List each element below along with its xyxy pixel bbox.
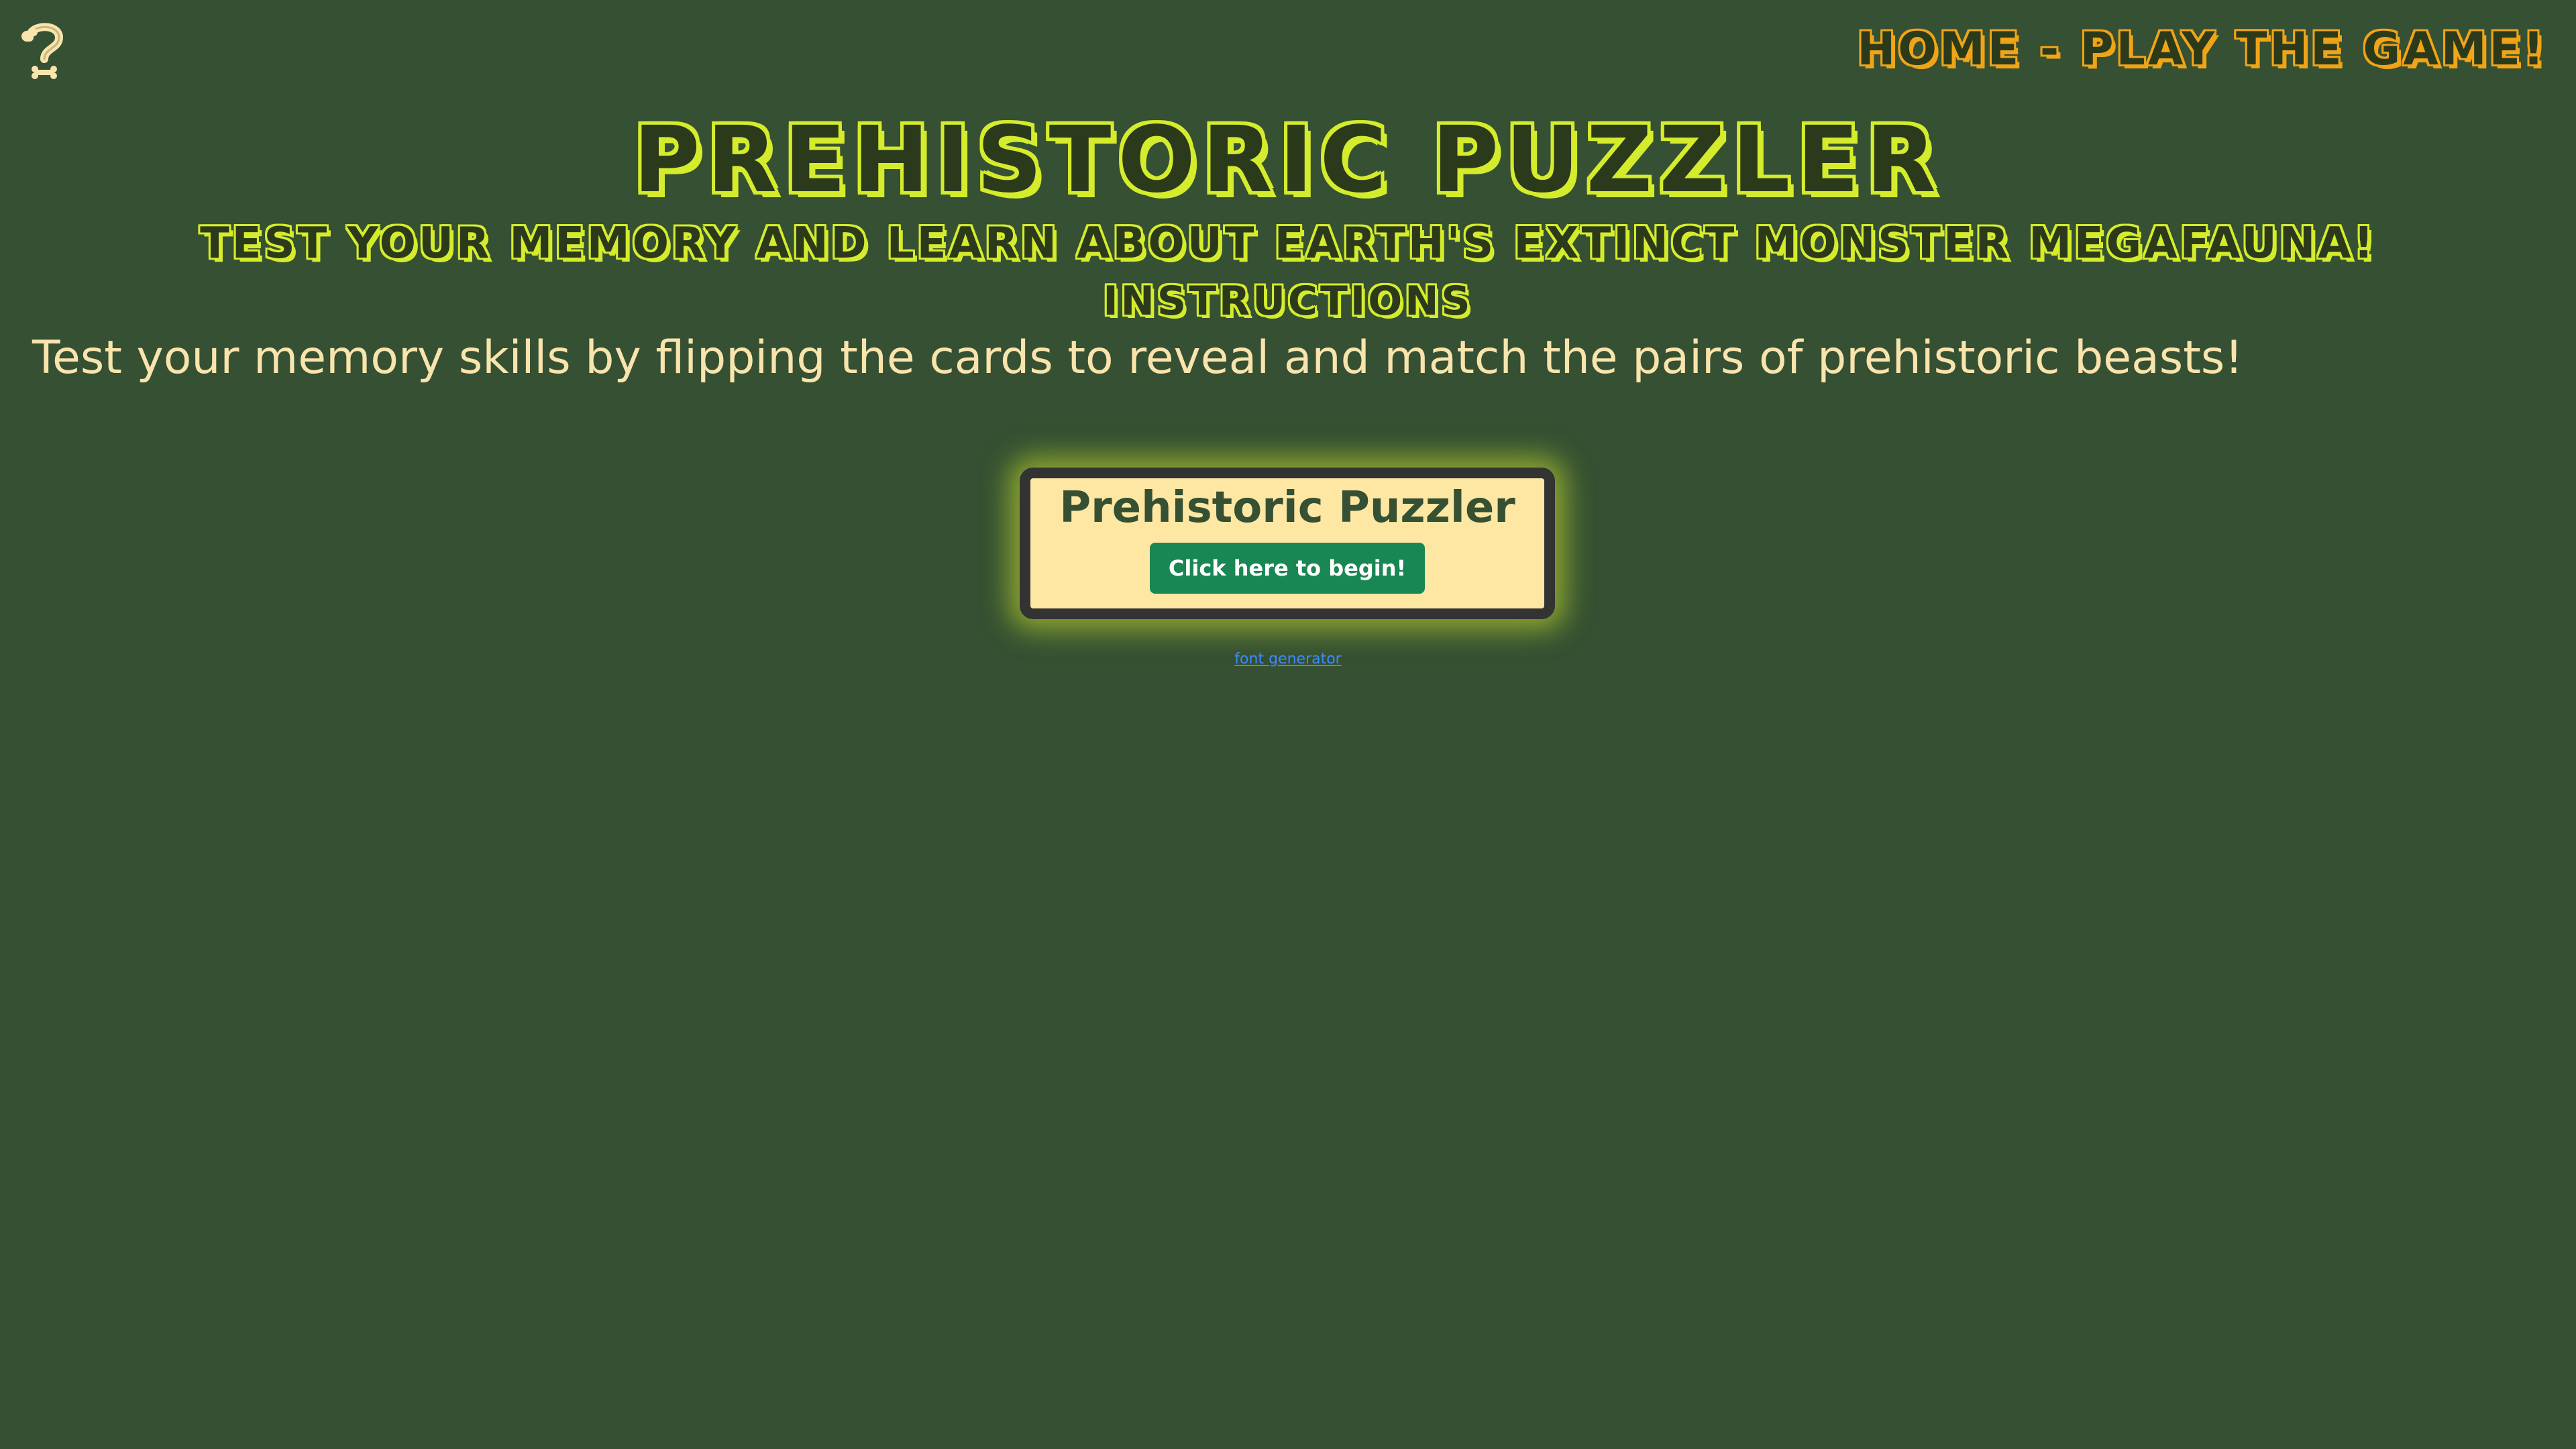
instructions-heading: Instructions [1103,278,1473,325]
page-title: Prehistoric Puzzler [633,107,1943,213]
question-mark-bone-icon[interactable] [20,17,68,82]
nav-home-link[interactable]: Home - Play the game! [1857,23,2546,76]
start-card: Prehistoric Puzzler Click here to begin! [1020,468,1555,619]
font-generator-link[interactable]: font generator [0,651,2576,667]
start-game-button[interactable]: Click here to begin! [1149,543,1426,594]
page-subtitle: Test your memory and learn about Earth's… [200,219,2376,268]
start-card-title: Prehistoric Puzzler [1059,483,1515,533]
instructions-text: Test your memory skills by flipping the … [32,331,2243,384]
